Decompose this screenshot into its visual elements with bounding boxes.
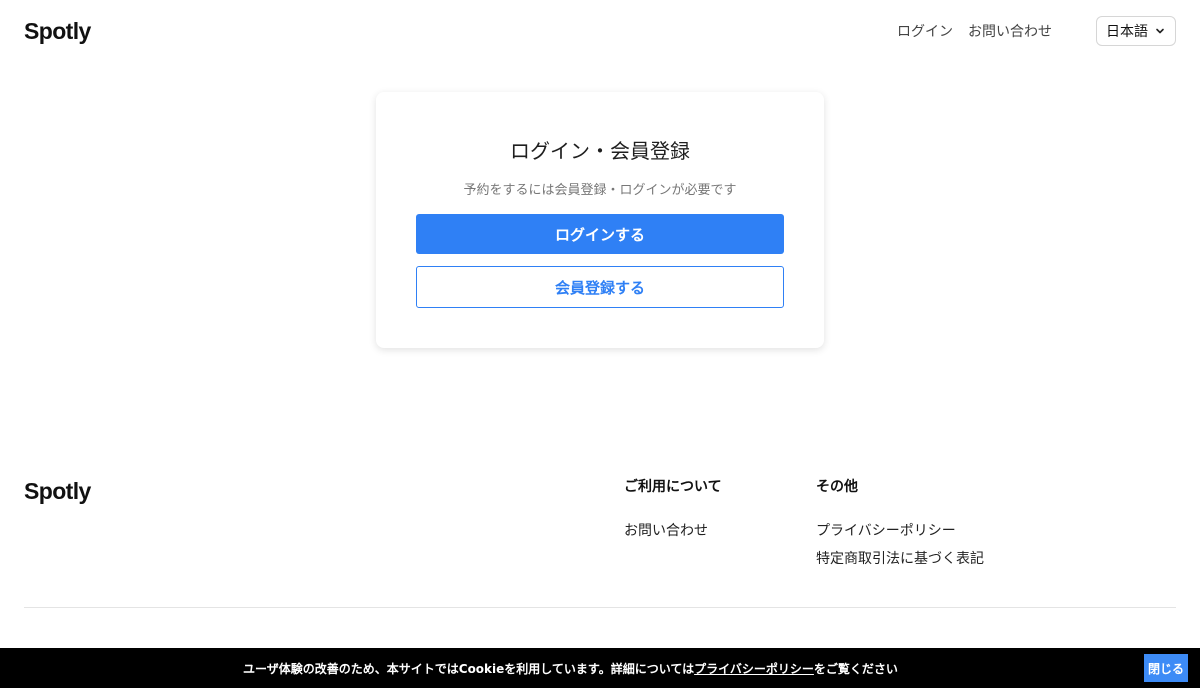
login-button[interactable]: ログインする (416, 214, 784, 254)
auth-card-title: ログイン・会員登録 (510, 139, 690, 163)
auth-card: ログイン・会員登録 予約をするには会員登録・ログインが必要です ログインする 会… (376, 92, 824, 348)
language-select-value: 日本語 (1106, 24, 1148, 40)
auth-card-subtitle: 予約をするには会員登録・ログインが必要です (463, 183, 737, 198)
footer-heading-other: その他 (816, 479, 858, 495)
footer-divider (24, 607, 1176, 608)
nav-contact-link[interactable]: お問い合わせ (968, 21, 1052, 41)
page: Spotly ログイン お問い合わせ 日本語 ログイン・会員登録 予約をするには… (0, 0, 1200, 688)
footer-link-commercial-law[interactable]: 特定商取引法に基づく表記 (816, 548, 984, 568)
chevron-down-icon (1156, 28, 1164, 34)
cookie-banner-text: ユーザ体験の改善のため、本サイトではCookieを利用しています。詳細については… (243, 660, 898, 677)
footer-heading-usage: ご利用について (624, 479, 722, 495)
footer-link-contact[interactable]: お問い合わせ (624, 520, 708, 540)
site-logo[interactable]: Spotly (24, 18, 91, 45)
cookie-close-button[interactable]: 閉じる (1144, 654, 1188, 682)
nav-login-link[interactable]: ログイン (897, 21, 953, 41)
cookie-text-after: をご覧ください (813, 662, 898, 676)
register-button[interactable]: 会員登録する (416, 266, 784, 308)
cookie-banner: ユーザ体験の改善のため、本サイトではCookieを利用しています。詳細については… (0, 648, 1200, 688)
language-select[interactable]: 日本語 (1096, 16, 1176, 46)
footer-logo[interactable]: Spotly (24, 478, 91, 505)
cookie-privacy-link[interactable]: プライバシーポリシー (694, 662, 814, 676)
site-header: Spotly ログイン お問い合わせ 日本語 (0, 0, 1200, 64)
footer-link-privacy-policy[interactable]: プライバシーポリシー (816, 520, 956, 540)
cookie-text-before: ユーザ体験の改善のため、本サイトではCookieを利用しています。詳細については (243, 662, 695, 676)
